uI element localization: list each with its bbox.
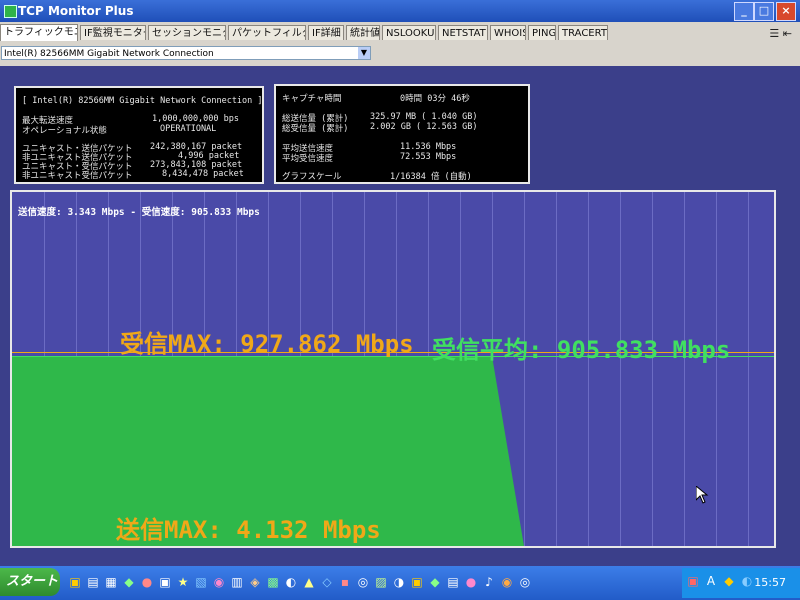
folder-icon[interactable]: ▣: [68, 575, 82, 589]
total-recv-label: 総受信量 (累計): [282, 124, 349, 134]
tab-tracert[interactable]: TRACERT: [558, 25, 608, 40]
start-button[interactable]: スタート: [0, 568, 60, 596]
tab-statistics[interactable]: 統計値: [346, 25, 380, 40]
app-icon-21[interactable]: ●: [464, 575, 478, 589]
operational-status-label: オペレーショナル状態: [22, 126, 107, 136]
recv-fill-svg: [12, 356, 524, 546]
total-recv-value: 2.002 GB ( 12.563 GB): [370, 122, 478, 132]
window-title: TCP Monitor Plus: [18, 4, 134, 18]
max-speed-value: 1,000,000,000 bps: [152, 114, 239, 124]
tab-if-detail[interactable]: IF詳細: [308, 25, 344, 40]
app-icon-20[interactable]: ▤: [446, 575, 460, 589]
graph-scale-value: 1/16384 倍 (自動): [390, 172, 472, 182]
list-icon[interactable]: ☰: [769, 27, 779, 40]
app-icon: [4, 5, 17, 18]
adapter-row: Intel(R) 82566MM Gigabit Network Connect…: [0, 42, 800, 66]
send-max-label: 送信MAX: 4.132 Mbps: [116, 516, 381, 544]
app-icon-8[interactable]: ▥: [230, 575, 244, 589]
non-unicast-recv-value: 8,434,478 packet: [162, 169, 244, 179]
tab-netstat[interactable]: NETSTAT: [438, 25, 488, 40]
tab-traffic-monitor[interactable]: トラフィックモニター: [0, 24, 78, 41]
app-icon-13[interactable]: ◇: [320, 575, 334, 589]
tab-ping[interactable]: PING: [528, 25, 556, 40]
app-icon-9[interactable]: ◈: [248, 575, 262, 589]
maximize-button[interactable]: □: [754, 2, 774, 21]
total-sent-value: 325.97 MB ( 1.040 GB): [370, 112, 478, 122]
app-icon-5[interactable]: ★: [176, 575, 190, 589]
app-icon-4[interactable]: ▣: [158, 575, 172, 589]
app-icon-16[interactable]: ▨: [374, 575, 388, 589]
tab-packet-filter[interactable]: パケットフィルター: [228, 25, 306, 40]
app-icon-3[interactable]: ●: [140, 575, 154, 589]
app-icon-1[interactable]: ▦: [104, 575, 118, 589]
toolbar-icons[interactable]: ☰ ⇤: [769, 27, 792, 40]
clock: 15:57: [754, 576, 786, 589]
tab-bar: トラフィックモニター IF監視モニター セッションモニター パケットフィルター …: [0, 22, 800, 42]
app-icon-24[interactable]: ◎: [518, 575, 532, 589]
capture-stats-panel: キャプチャ時間 0時間 03分 46秒 総送信量 (累計) 325.97 MB …: [274, 84, 530, 184]
app-icon-12[interactable]: ▲: [302, 575, 316, 589]
recv-avg-label: 受信平均: 905.833 Mbps: [432, 336, 731, 364]
app-icon-18[interactable]: ▣: [410, 575, 424, 589]
app-icon-10[interactable]: ▩: [266, 575, 280, 589]
tray-icon-4[interactable]: ◐: [740, 574, 754, 588]
recv-max-label: 受信MAX: 927.862 Mbps: [120, 330, 414, 358]
close-button[interactable]: ×: [776, 2, 796, 21]
minimize-button[interactable]: _: [734, 2, 754, 21]
taskbar: スタート ▣ ▤ ▦ ◆ ● ▣ ★ ▧ ◉ ▥ ◈ ▩ ◐ ▲ ◇ ▪ ◎ ▨…: [0, 566, 800, 600]
non-unicast-recv-label: 非ユニキャスト受信パケット: [22, 171, 133, 181]
app-icon-7[interactable]: ◉: [212, 575, 226, 589]
app-icon-23[interactable]: ◉: [500, 575, 514, 589]
interface-info-panel: [ Intel(R) 82566MM Gigabit Network Conne…: [14, 86, 264, 184]
tab-nslookup[interactable]: NSLOOKUP: [382, 25, 436, 40]
app-icon-22[interactable]: ♪: [482, 575, 496, 589]
capture-time-label: キャプチャ時間: [282, 94, 342, 104]
capture-time-value: 0時間 03分 46秒: [400, 94, 470, 104]
title-bar: TCP Monitor Plus _ □ ×: [0, 0, 800, 22]
tab-whois[interactable]: WHOIS: [490, 25, 526, 40]
app-icon-11[interactable]: ◐: [284, 575, 298, 589]
adapter-select-value: Intel(R) 82566MM Gigabit Network Connect…: [4, 49, 214, 59]
chevron-down-icon[interactable]: ▼: [358, 47, 370, 59]
app-icon-6[interactable]: ▧: [194, 575, 208, 589]
pin-icon[interactable]: ⇤: [783, 27, 792, 40]
app-icon-15[interactable]: ◎: [356, 575, 370, 589]
avg-recv-value: 72.553 Mbps: [400, 152, 457, 162]
app-icon-14[interactable]: ▪: [338, 575, 352, 589]
app-icon-19[interactable]: ◆: [428, 575, 442, 589]
adapter-select[interactable]: Intel(R) 82566MM Gigabit Network Connect…: [1, 46, 371, 60]
app-icon-17[interactable]: ◑: [392, 575, 406, 589]
avg-recv-label: 平均受信速度: [282, 154, 334, 164]
traffic-graph: 送信速度: 3.343 Mbps - 受信速度: 905.833 Mbps 受信…: [10, 190, 776, 548]
graph-scale-label: グラフスケール: [282, 172, 342, 182]
avg-sent-value: 11.536 Mbps: [400, 142, 457, 152]
tab-if-monitor[interactable]: IF監視モニター: [80, 25, 146, 40]
tab-session-monitor[interactable]: セッションモニター: [148, 25, 226, 40]
desktop-icon[interactable]: ▤: [86, 575, 100, 589]
interface-header: [ Intel(R) 82566MM Gigabit Network Conne…: [22, 96, 263, 106]
speed-readout: 送信速度: 3.343 Mbps - 受信速度: 905.833 Mbps: [18, 207, 260, 218]
system-tray: ▣ A ◆ ◐ 15:57: [682, 568, 800, 598]
tray-icon-2[interactable]: A: [704, 574, 718, 588]
tray-icon-1[interactable]: ▣: [686, 574, 700, 588]
tray-icon-3[interactable]: ◆: [722, 574, 736, 588]
operational-status-value: OPERATIONAL: [160, 124, 217, 134]
app-icon-2[interactable]: ◆: [122, 575, 136, 589]
